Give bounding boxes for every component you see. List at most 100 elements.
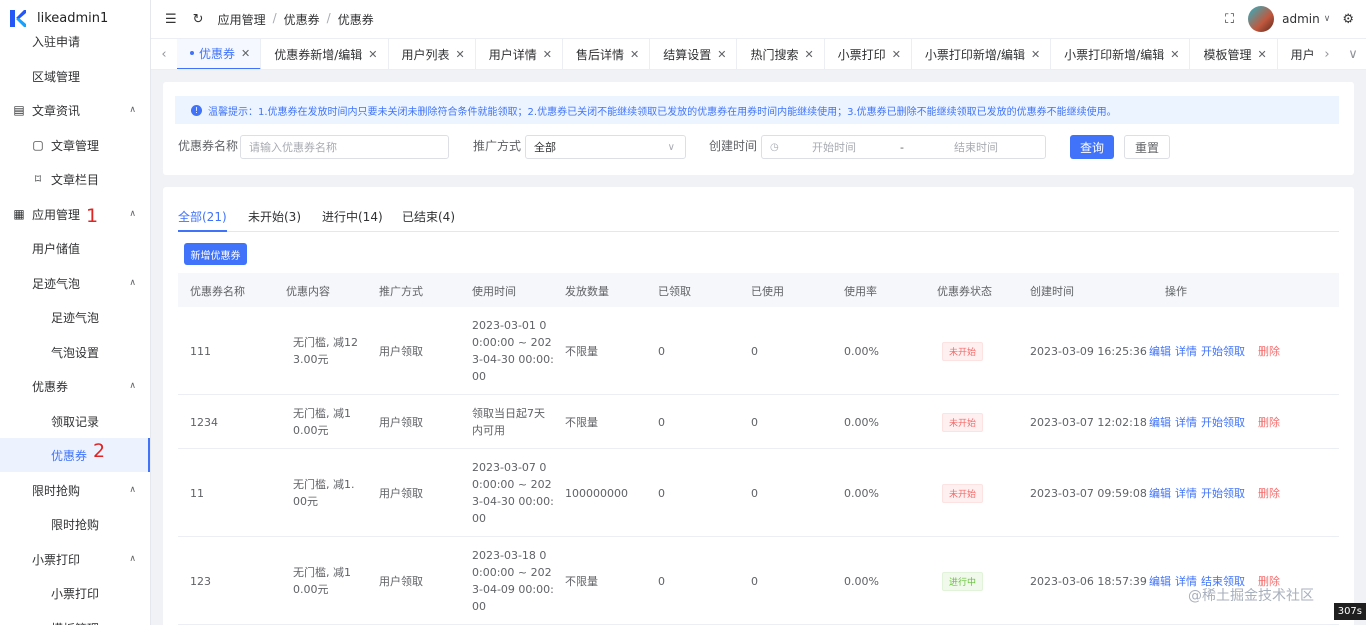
info-icon: ! bbox=[191, 104, 202, 116]
chevron-down-icon[interactable]: ∨ bbox=[1324, 14, 1331, 24]
use-time-line: 内可用 bbox=[472, 424, 505, 437]
close-icon[interactable]: ✕ bbox=[717, 48, 726, 61]
tab-label: 小票打印新增/编辑 bbox=[924, 47, 1025, 62]
delete-button[interactable]: 删除 bbox=[1258, 345, 1280, 358]
breadcrumb-item[interactable]: 应用管理 bbox=[218, 11, 266, 28]
use-time: 2023-03-01 0 0:00:00 ~ 202 3-04-30 00:00: 0… bbox=[472, 317, 554, 385]
sidebar-item[interactable]: 模板管理 bbox=[0, 611, 150, 625]
use-time-line: 00 bbox=[472, 600, 486, 613]
tab[interactable]: 用户列表 ✕ bbox=[389, 39, 476, 69]
sidebar-item[interactable]: 用户储值 bbox=[0, 231, 150, 265]
tabs-dropdown-icon[interactable]: ∨ bbox=[1340, 47, 1366, 62]
received-count: 0 bbox=[658, 344, 665, 358]
tab[interactable]: 结算设置 ✕ bbox=[650, 39, 738, 69]
close-icon[interactable]: ✕ bbox=[630, 48, 639, 61]
sidebar-item[interactable]: ▦ 应用管理 ∧ bbox=[0, 197, 150, 231]
sidebar-item[interactable]: 限时抢购 bbox=[0, 507, 150, 541]
edit-button[interactable]: 编辑 bbox=[1149, 416, 1171, 429]
edit-button[interactable]: 编辑 bbox=[1149, 575, 1171, 588]
sidebar-item[interactable]: 足迹气泡 bbox=[0, 300, 150, 334]
use-time-line: 3-04-30 00:00: bbox=[472, 353, 554, 366]
username[interactable]: admin bbox=[1282, 12, 1320, 26]
tab[interactable]: 小票打印 ✕ bbox=[825, 39, 912, 69]
query-button[interactable]: 查询 bbox=[1070, 135, 1114, 159]
detail-button[interactable]: 详情 bbox=[1175, 416, 1197, 429]
toggle-receive-button[interactable]: 开始领取 bbox=[1201, 345, 1245, 358]
sidebar-item-label: 小票打印 bbox=[32, 552, 81, 567]
detail-button[interactable]: 详情 bbox=[1175, 487, 1197, 500]
status-tab-ongoing[interactable]: 进行中(14) bbox=[322, 207, 383, 232]
tab[interactable]: 用户详情✕ bbox=[1278, 39, 1314, 69]
fullscreen-icon[interactable]: ⛶ bbox=[1225, 12, 1234, 27]
delete-button[interactable]: 删除 bbox=[1258, 416, 1280, 429]
tabs-scroll-left-icon[interactable]: ‹ bbox=[151, 47, 177, 62]
settings-icon[interactable]: ⚙ bbox=[1342, 12, 1354, 27]
sidebar-item[interactable]: 区域管理 bbox=[0, 59, 150, 93]
sidebar-item-label: 小票打印 bbox=[51, 586, 100, 601]
edit-button[interactable]: 编辑 bbox=[1149, 345, 1171, 358]
close-icon[interactable]: ✕ bbox=[1170, 48, 1179, 61]
close-icon[interactable]: ✕ bbox=[892, 48, 901, 61]
breadcrumb-item[interactable]: 优惠券 bbox=[284, 11, 320, 28]
reset-button[interactable]: 重置 bbox=[1124, 135, 1170, 159]
sidebar-item[interactable]: 足迹气泡 ∧ bbox=[0, 266, 150, 300]
column-header: 操作 bbox=[1165, 285, 1187, 298]
column-header: 优惠内容 bbox=[286, 285, 330, 298]
status-tab-not-started[interactable]: 未开始(3) bbox=[248, 207, 301, 232]
close-icon[interactable]: ✕ bbox=[1031, 48, 1040, 61]
toggle-receive-button[interactable]: 开始领取 bbox=[1201, 487, 1245, 500]
sidebar-item[interactable]: 入驻申请 bbox=[0, 24, 150, 58]
tab[interactable]: 热门搜索 ✕ bbox=[737, 39, 825, 69]
toggle-receive-button[interactable]: 开始领取 bbox=[1201, 416, 1245, 429]
sidebar-item[interactable]: 优惠券 bbox=[0, 438, 150, 472]
usage-rate: 0.00% bbox=[844, 486, 879, 500]
sidebar-item[interactable]: 领取记录 bbox=[0, 404, 150, 438]
start-time-input[interactable]: 开始时间 bbox=[812, 139, 856, 155]
close-icon[interactable]: ✕ bbox=[456, 48, 465, 61]
add-coupon-button[interactable]: 新增优惠券 bbox=[184, 243, 247, 265]
sidebar-item-label: 模板管理 bbox=[51, 620, 99, 625]
sidebar-item[interactable]: 小票打印 bbox=[0, 576, 150, 610]
tabs-scroll-right-icon[interactable]: › bbox=[1314, 47, 1340, 62]
collapse-menu-icon[interactable]: ☰ bbox=[165, 12, 177, 27]
sidebar-item[interactable]: 小票打印 ∧ bbox=[0, 542, 150, 576]
sidebar-item[interactable]: 限时抢购 ∧ bbox=[0, 473, 150, 507]
sidebar-item[interactable]: ▤ 文章资讯 ∧ bbox=[0, 93, 150, 127]
status-tab-ended[interactable]: 已结束(4) bbox=[402, 207, 455, 232]
coupon-name-input[interactable]: 请输入优惠券名称 bbox=[240, 135, 449, 159]
close-icon[interactable]: ✕ bbox=[804, 48, 813, 61]
tab[interactable]: 模板管理 ✕ bbox=[1190, 39, 1278, 69]
create-time-range[interactable]: ◷ 开始时间 - 结束时间 bbox=[761, 135, 1046, 159]
edit-button[interactable]: 编辑 bbox=[1149, 487, 1171, 500]
coupon-content-line: 无门槛, 减1 bbox=[293, 407, 351, 420]
coupon-name: 1234 bbox=[190, 415, 218, 429]
tab[interactable]: 用户详情✕ bbox=[476, 39, 563, 69]
status-tab-all[interactable]: 全部(21) bbox=[178, 207, 227, 232]
article-icon: ▤ bbox=[13, 103, 25, 117]
close-icon[interactable]: ✕ bbox=[543, 48, 552, 61]
close-icon[interactable]: ✕ bbox=[1257, 48, 1266, 61]
close-icon[interactable]: ✕ bbox=[368, 48, 377, 61]
close-icon[interactable]: ✕ bbox=[241, 47, 250, 60]
use-time-line: 3-04-30 00:00: bbox=[472, 495, 554, 508]
column-header: 创建时间 bbox=[1030, 285, 1074, 298]
tab[interactable]: 小票打印新增/编辑 ✕ bbox=[1051, 39, 1191, 69]
use-time-line: 00 bbox=[472, 370, 486, 383]
promotion-method: 用户领取 bbox=[379, 574, 423, 588]
detail-button[interactable]: 详情 bbox=[1175, 345, 1197, 358]
sidebar-item[interactable]: ⌑ 文章栏目 bbox=[0, 162, 150, 196]
tab[interactable]: 优惠券 ✕ bbox=[177, 39, 262, 69]
sidebar-item[interactable]: ▢ 文章管理 bbox=[0, 128, 150, 162]
coupon-name-label: 优惠券名称 bbox=[178, 139, 239, 153]
tab[interactable]: 小票打印新增/编辑 ✕ bbox=[912, 39, 1052, 69]
sidebar-item[interactable]: 优惠券 ∧ bbox=[0, 369, 150, 403]
delete-button[interactable]: 删除 bbox=[1258, 487, 1280, 500]
breadcrumb-item: 优惠券 bbox=[337, 12, 374, 27]
end-time-input[interactable]: 结束时间 bbox=[954, 139, 998, 155]
refresh-icon[interactable]: ↻ bbox=[193, 12, 204, 27]
avatar[interactable] bbox=[1248, 6, 1275, 32]
sidebar-item[interactable]: 气泡设置 bbox=[0, 335, 150, 369]
promotion-method-select[interactable]: 全部 ∨ bbox=[525, 135, 686, 159]
tab[interactable]: 优惠券新增/编辑 ✕ bbox=[261, 39, 389, 69]
tab[interactable]: 售后详情 ✕ bbox=[563, 39, 651, 69]
